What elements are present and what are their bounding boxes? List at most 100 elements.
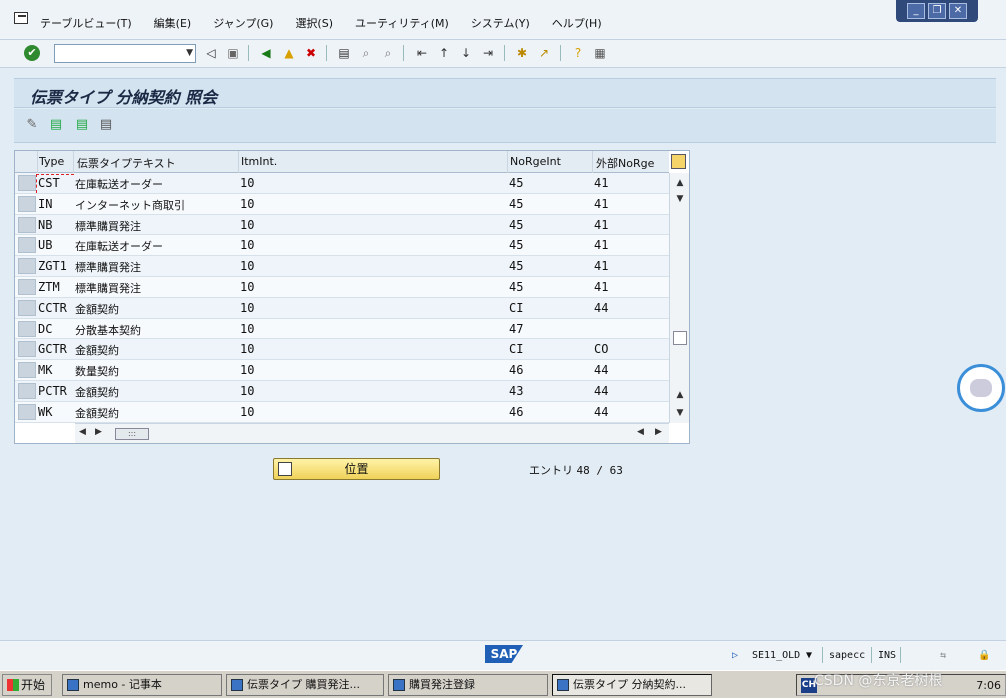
deselect-all-icon[interactable]: ▤ [98,117,114,133]
menu-goto[interactable]: ジャンプ(G) [213,15,273,31]
row-selector[interactable] [18,278,36,295]
row-selector[interactable] [18,237,36,254]
cell-ext-norge: 41 [594,176,609,190]
minimize-button[interactable]: _ [907,3,925,19]
page-down-icon[interactable]: ▲ [674,389,686,401]
cell-norgeint: 45 [509,196,524,211]
cancel-icon[interactable]: ✖ [303,45,319,61]
row-selector[interactable] [18,382,36,399]
position-button-label: 位置 [344,462,369,476]
create-session-icon[interactable]: ✱ [514,45,530,61]
menu-edit[interactable]: 編集(E) [154,15,192,31]
first-page-icon[interactable]: ⇤ [414,45,430,61]
application-toolbar: ✎ ▤ ▤ ▤ [14,109,996,143]
status-dropdown-icon[interactable]: ▼ [806,650,812,661]
status-transfer-icon[interactable]: ⇆ [940,650,946,661]
cell-norgeint: 45 [509,176,524,190]
save-icon[interactable]: ▣ [225,45,241,61]
scroll-right-end-icon[interactable]: ▶ [655,427,662,437]
select-all-icon[interactable]: ▤ [48,117,64,133]
layout-icon[interactable]: ▦ [592,45,608,61]
table-control: Type 伝票タイプテキスト ItmInt. NoRgeInt 外部NoRge … [14,150,690,444]
assistant-avatar-icon[interactable] [957,364,1005,412]
exit-icon[interactable]: ▲ [281,45,297,61]
table-row[interactable]: NB 標準購買発注 10 45 41 [15,214,669,236]
table-row[interactable]: CCTR 金額契約 10 CI 44 [15,297,669,319]
maximize-button[interactable]: ❐ [928,3,946,19]
table-row[interactable]: ZTM 標準購買発注 10 45 41 [15,276,669,298]
command-field[interactable]: ▼ [54,44,196,63]
row-selector[interactable] [18,362,36,379]
chevron-down-icon[interactable]: ▼ [186,48,193,58]
scroll-right-icon[interactable]: ▶ [95,427,102,437]
scroll-left-end-icon[interactable]: ◀ [637,427,644,437]
shortcut-icon[interactable]: ↗ [536,45,552,61]
menu-utilities[interactable]: ユーティリティ(M) [355,15,449,31]
table-row[interactable]: DC 分散基本契約 10 47 [15,318,669,340]
edit-pencil-icon[interactable]: ✎ [24,117,40,133]
cell-type: MK [38,363,53,378]
row-selector[interactable] [18,341,36,358]
row-selector[interactable] [18,258,36,275]
scroll-down-icon[interactable]: ▼ [674,407,686,419]
status-divider [900,647,901,663]
menu-select[interactable]: 選択(S) [295,15,333,31]
scroll-left-icon[interactable]: ◀ [79,427,86,437]
print-icon[interactable]: ▤ [336,45,352,61]
row-selector[interactable] [18,403,36,420]
table-row[interactable]: WK 金額契約 10 46 44 [15,401,669,423]
menu-system[interactable]: システム(Y) [471,15,530,31]
last-page-icon[interactable]: ⇥ [480,45,496,61]
task-sap-sched-agreement[interactable]: 伝票タイプ 分納契約... [552,674,712,696]
cell-norgeint: 45 [509,279,524,294]
table-row[interactable]: PCTR 金額契約 10 43 44 [15,380,669,402]
collapse-left-icon[interactable]: ◁ [203,45,219,61]
table-row[interactable]: CST 在庫転送オーダー 10 45 41 [15,173,669,194]
vertical-scrollbar[interactable]: ▲ ▼ ▲ ▼ [669,173,689,423]
column-config-icon[interactable] [671,154,686,169]
row-selector[interactable] [18,320,36,337]
table-row[interactable]: UB 在庫転送オーダー 10 45 41 [15,235,669,257]
col-header-norgeint[interactable]: NoRgeInt [510,155,561,168]
position-button[interactable]: 位置 [273,458,440,480]
find-next-icon[interactable]: ⌕ [380,45,396,61]
lock-icon[interactable]: 🔒 [978,650,990,661]
table-row[interactable]: GCTR 金額契約 10 CI CO [15,339,669,361]
horizontal-scrollbar[interactable]: ◀ ▶ ::: ◀ ▶ [75,423,669,443]
menu-table-view[interactable]: テーブルビュー(T) [40,15,132,31]
entry-counter: エントリ 48 / 63 [529,462,623,478]
task-notepad[interactable]: memo - 记事本 [62,674,222,696]
close-button[interactable]: ✕ [949,3,967,19]
table-row[interactable]: MK 数量契約 10 46 44 [15,360,669,381]
col-header-type[interactable]: Type [39,155,64,168]
standard-toolbar: ✔ ▼ ◁ ▣ ◀ ▲ ✖ ▤ ⌕ ⌕ ⇤ ↑ ↓ ⇥ ✱ ↗ ? ▦ [0,40,1006,68]
table-row[interactable]: IN インターネット商取引 10 45 41 [15,193,669,215]
toolbar-divider [403,45,404,61]
col-header-text[interactable]: 伝票タイプテキスト [77,155,176,171]
col-header-itmint[interactable]: ItmInt. [241,155,277,168]
scroll-up-icon[interactable]: ▲ [674,177,686,189]
row-selector[interactable] [18,175,36,191]
task-sap-doc-type-po[interactable]: 伝票タイプ 購買発注... [226,674,384,696]
next-page-icon[interactable]: ↓ [458,45,474,61]
col-header-ext-norge[interactable]: 外部NoRge [596,155,654,171]
table-row[interactable]: ZGT1 標準購買発注 10 45 41 [15,256,669,277]
hscroll-thumb[interactable]: ::: [115,428,149,440]
page-up-icon[interactable]: ▼ [674,193,686,205]
back-icon[interactable]: ◀ [258,45,274,61]
task-sap-po-create[interactable]: 購買発注登録 [388,674,548,696]
row-selector[interactable] [18,299,36,316]
sap-menu-icon[interactable] [14,12,28,24]
toolbar-divider [248,45,249,61]
select-block-icon[interactable]: ▤ [74,117,90,133]
find-icon[interactable]: ⌕ [358,45,374,61]
help-icon[interactable]: ? [570,45,586,61]
prev-page-icon[interactable]: ↑ [436,45,452,61]
start-button[interactable]: 开始 [2,674,52,696]
row-selector[interactable] [18,216,36,233]
row-selector[interactable] [18,195,36,212]
enter-icon[interactable]: ✔ [24,45,40,61]
status-expand-icon[interactable]: ▷ [732,650,738,661]
menu-help[interactable]: ヘルプ(H) [552,15,602,31]
scroll-thumb[interactable] [673,331,687,345]
